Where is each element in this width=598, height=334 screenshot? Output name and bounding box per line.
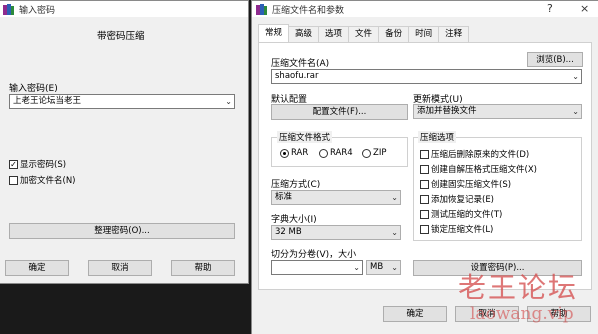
checkbox-empty-icon[interactable] [9,175,18,185]
option-test-files[interactable]: 测试压缩的文件(T) [420,208,502,220]
format-rar-label: RAR [291,148,309,158]
archive-dialog-titlebar: 压缩文件名和参数 ? × [252,1,598,17]
option-label: 锁定压缩文件(L) [431,225,494,235]
manage-passwords-button[interactable]: 整理密码(O)... [9,223,235,239]
ok-button[interactable]: 确定 [5,260,69,276]
format-rar-radio[interactable]: RAR [280,148,308,158]
option-label: 添加恢复记录(E) [431,195,495,205]
chevron-down-icon[interactable]: ⌄ [391,226,398,239]
show-password-label: 显示密码(S) [20,160,67,170]
password-dialog-titlebar: 输入密码 [0,1,248,17]
checkbox-checked-icon[interactable]: ✓ [9,159,18,169]
chevron-down-icon[interactable]: ⌄ [391,191,398,204]
option-create-sfx[interactable]: 创建自解压格式压缩文件(X) [420,163,537,175]
format-zip-label: ZIP [373,148,387,158]
compression-method-value: 标准 [275,192,293,202]
archive-ok-button[interactable]: 确定 [383,306,447,322]
archive-options-group-label: 压缩选项 [418,131,457,143]
chevron-down-icon[interactable]: ⌄ [572,105,579,118]
archive-format-group-label: 压缩文件格式 [277,131,333,143]
help-button[interactable]: 帮助 [171,260,235,276]
chevron-down-icon[interactable]: ⌄ [225,95,232,108]
option-solid-archive[interactable]: 创建固实压缩文件(S) [420,178,511,190]
password-dialog-heading: 带密码压缩 [97,31,145,42]
cancel-button[interactable]: 取消 [88,260,152,276]
format-rar4-radio[interactable]: RAR4 [319,148,353,158]
winrar-icon [3,3,14,15]
split-unit-select[interactable]: MB ⌄ [366,260,401,275]
option-label: 压缩后删除原来的文件(D) [431,150,530,160]
update-mode-value: 添加并替换文件 [417,106,477,116]
profiles-button[interactable]: 配置文件(F)... [271,104,408,120]
show-password-checkbox[interactable]: ✓ 显示密码(S) [9,158,66,170]
update-mode-select[interactable]: 添加并替换文件 ⌄ [413,104,582,119]
chevron-down-icon[interactable]: ⌄ [572,70,579,83]
checkbox-empty-icon[interactable] [420,179,429,189]
encrypt-names-label: 加密文件名(N) [20,176,76,186]
checkbox-empty-icon[interactable] [420,164,429,174]
chevron-down-icon[interactable]: ⌄ [353,261,360,274]
option-label: 创建固实压缩文件(S) [431,180,512,190]
checkbox-empty-icon[interactable] [420,224,429,234]
option-delete-files[interactable]: 压缩后删除原来的文件(D) [420,148,529,160]
password-dialog-title: 输入密码 [19,5,56,16]
chevron-down-icon[interactable]: ⌄ [391,261,398,274]
password-value: 上老王论坛当老王 [13,96,82,106]
option-recovery-record[interactable]: 添加恢复记录(E) [420,193,494,205]
checkbox-empty-icon[interactable] [420,149,429,159]
tab-comment[interactable]: 注释 [438,26,470,42]
radio-selected-icon[interactable] [280,148,289,158]
format-zip-radio[interactable]: ZIP [362,148,386,158]
tab-time[interactable]: 时间 [408,26,440,42]
watermark-url: laowang.vip [470,304,574,324]
checkbox-empty-icon[interactable] [420,209,429,219]
winrar-icon [256,3,267,15]
dictionary-size-value: 32 MB [275,227,302,237]
option-label: 测试压缩的文件(T) [431,210,503,220]
archive-dialog-title: 压缩文件名和参数 [272,5,345,16]
password-dialog: 输入密码 带密码压缩 输入密码(E) 上老王论坛当老王 ⌄ ✓ 显示密码(S) … [0,0,249,284]
option-label: 创建自解压格式压缩文件(X) [431,165,537,175]
split-size-input[interactable]: ⌄ [271,260,363,275]
encrypt-names-checkbox[interactable]: 加密文件名(N) [9,174,76,186]
watermark-text: 老王论坛 [458,271,579,304]
close-icon[interactable]: × [580,2,589,15]
tab-advanced[interactable]: 高级 [288,26,320,42]
dictionary-size-label: 字典大小(I) [271,215,317,225]
archive-name-label: 压缩文件名(A) [271,59,330,69]
compression-method-label: 压缩方式(C) [271,180,321,190]
browse-button[interactable]: 浏览(B)... [527,52,583,67]
radio-empty-icon[interactable] [319,148,328,158]
archive-name-input[interactable]: shaofu.rar ⌄ [271,69,582,84]
split-unit-value: MB [370,262,384,272]
split-volumes-label: 切分为分卷(V)，大小 [271,250,357,260]
compression-method-select[interactable]: 标准 ⌄ [271,190,401,205]
dictionary-size-select[interactable]: 32 MB ⌄ [271,225,401,240]
tab-options[interactable]: 选项 [318,26,350,42]
tab-backup[interactable]: 备份 [378,26,410,42]
password-label: 输入密码(E) [9,84,58,94]
tab-files[interactable]: 文件 [348,26,380,42]
help-icon[interactable]: ? [547,2,553,15]
format-rar4-label: RAR4 [330,148,353,158]
option-lock-archive[interactable]: 锁定压缩文件(L) [420,223,493,235]
password-input[interactable]: 上老王论坛当老王 ⌄ [9,94,235,109]
tab-strip: 常规 高级 选项 文件 备份 时间 注释 [258,24,470,42]
radio-empty-icon[interactable] [362,148,371,158]
archive-name-value: shaofu.rar [275,71,319,81]
tab-general[interactable]: 常规 [258,24,290,42]
checkbox-empty-icon[interactable] [420,194,429,204]
